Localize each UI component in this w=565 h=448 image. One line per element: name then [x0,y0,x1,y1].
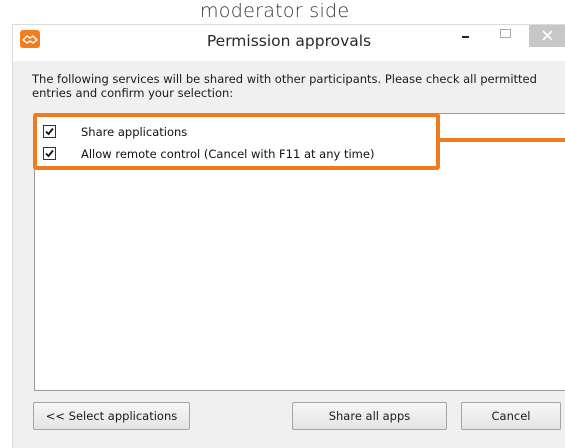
instructions-line-1: The following services will be shared wi… [32,72,537,86]
highlight-annotation-box [33,113,440,170]
close-button[interactable] [529,25,565,47]
title-bar[interactable]: Permission approvals [13,25,565,61]
minimize-icon [462,36,469,38]
maximize-icon [500,29,511,38]
minimize-button[interactable] [453,25,479,47]
window-title: Permission approvals [206,32,372,50]
select-applications-button[interactable]: << Select applications [33,402,190,430]
instructions-text: The following services will be shared wi… [32,72,565,100]
maximize-button[interactable] [493,25,519,47]
permission-dialog: Permission approvals The following servi… [12,24,565,448]
instructions-line-2: entries and confirm your selection: [32,86,234,100]
highlight-annotation-line [440,138,565,142]
close-icon [542,30,553,41]
caption-moderator-side: moderator side [200,0,350,22]
cancel-button[interactable]: Cancel [461,402,561,430]
share-all-apps-button[interactable]: Share all apps [292,402,447,430]
